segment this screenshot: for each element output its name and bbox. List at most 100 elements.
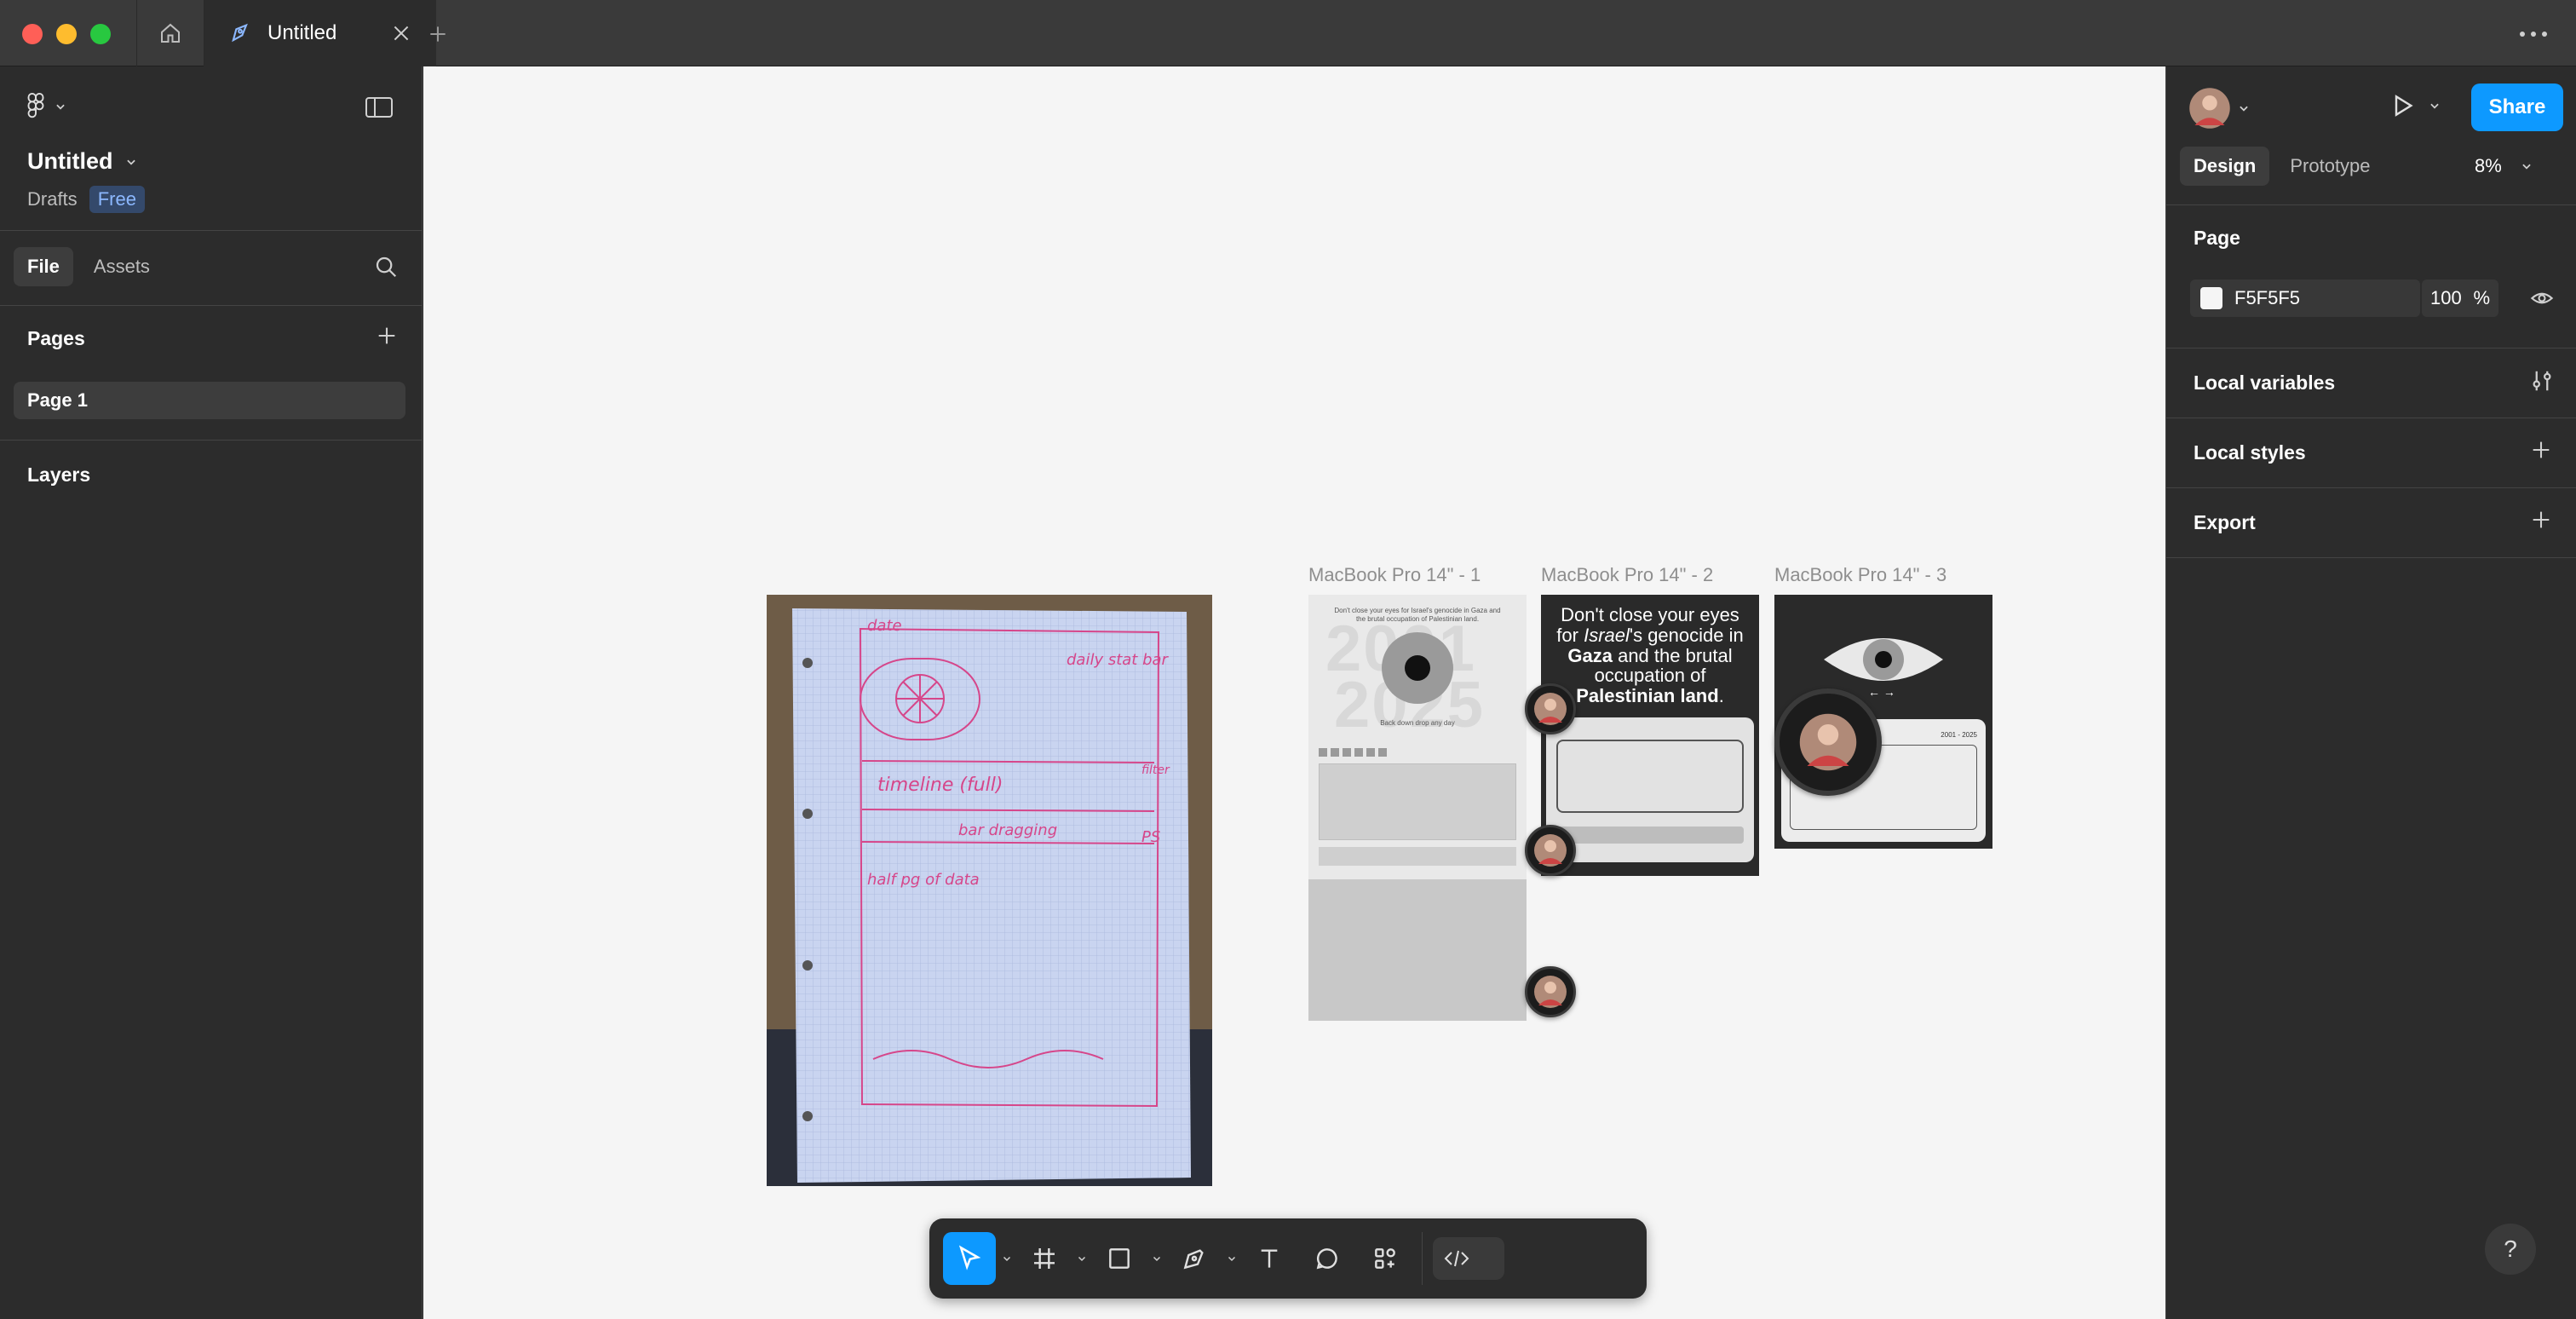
dev-mode-toggle[interactable] bbox=[1433, 1237, 1504, 1280]
collaborator-avatar[interactable] bbox=[1525, 683, 1576, 734]
collaborator-avatar-large[interactable] bbox=[1774, 688, 1882, 796]
cursor-icon bbox=[958, 1245, 981, 1270]
layers-header: Layers bbox=[27, 464, 91, 486]
scroll-bar bbox=[1556, 827, 1744, 844]
right-panel: Share Design Prototype 8% Page F5F5F5 10… bbox=[2165, 66, 2576, 1319]
chevron-down-icon bbox=[1003, 1256, 1011, 1262]
add-page-button[interactable] bbox=[375, 324, 399, 352]
frame-macbook-2[interactable]: Don't close your eyes for Israel's genoc… bbox=[1541, 595, 1759, 876]
pages-header: Pages bbox=[27, 327, 85, 349]
sketch-text: daily stat bar bbox=[1067, 651, 1170, 669]
move-tool-dropdown[interactable] bbox=[996, 1232, 1018, 1285]
toggle-page-visibility-button[interactable] bbox=[2529, 286, 2555, 314]
close-tab-icon[interactable] bbox=[390, 22, 412, 44]
present-button[interactable] bbox=[2389, 92, 2441, 119]
left-panel-tabs: File Assets bbox=[14, 247, 164, 286]
data-block bbox=[1308, 879, 1527, 1021]
tab-assets[interactable]: Assets bbox=[80, 247, 164, 286]
page-opacity-field[interactable]: 100 % bbox=[2422, 279, 2498, 317]
search-layers-button[interactable] bbox=[373, 254, 399, 284]
text-tool-button[interactable] bbox=[1243, 1232, 1296, 1285]
more-horizontal-icon bbox=[2520, 32, 2547, 37]
main-menu-button[interactable] bbox=[26, 92, 66, 121]
plan-badge[interactable]: Free bbox=[89, 186, 145, 213]
frame1-subtext: Back down drop any day bbox=[1380, 719, 1455, 727]
comment-tool-button[interactable] bbox=[1301, 1232, 1354, 1285]
add-style-button[interactable] bbox=[2529, 438, 2553, 466]
chevron-down-icon bbox=[2240, 106, 2248, 112]
collaborator-avatar[interactable] bbox=[1525, 825, 1576, 876]
tab-prototype[interactable]: Prototype bbox=[2276, 147, 2383, 186]
shape-tool-dropdown[interactable] bbox=[1146, 1232, 1168, 1285]
file-name-menu[interactable]: Untitled bbox=[27, 148, 137, 175]
tab-design[interactable]: Design bbox=[2180, 147, 2270, 186]
minimize-window-button[interactable] bbox=[56, 24, 77, 44]
pen-icon bbox=[1183, 1249, 1204, 1270]
maximize-window-button[interactable] bbox=[90, 24, 111, 44]
local-variables-button[interactable] bbox=[2529, 368, 2555, 398]
export-header[interactable]: Export bbox=[2194, 511, 2256, 534]
user-avatar-icon bbox=[2189, 88, 2230, 129]
sketch-photo-image[interactable]: date daily stat bar timeline (full) filt… bbox=[767, 595, 1212, 1186]
frame-tool-button[interactable] bbox=[1018, 1232, 1071, 1285]
file-location: Drafts Free bbox=[27, 186, 145, 213]
local-variables-header[interactable]: Local variables bbox=[2194, 372, 2335, 395]
file-location-label[interactable]: Drafts bbox=[27, 188, 78, 210]
page-section-header: Page bbox=[2194, 227, 2240, 249]
help-button[interactable]: ? bbox=[2485, 1224, 2536, 1275]
bottom-toolbar bbox=[929, 1218, 1647, 1299]
close-window-button[interactable] bbox=[22, 24, 43, 44]
frame-label-3[interactable]: MacBook Pro 14" - 3 bbox=[1774, 564, 1946, 586]
chevron-down-icon bbox=[2430, 103, 2439, 109]
file-name: Untitled bbox=[27, 148, 113, 174]
shape-tool-button[interactable] bbox=[1093, 1232, 1146, 1285]
share-button[interactable]: Share bbox=[2471, 84, 2563, 131]
page-color-value[interactable]: F5F5F5 bbox=[2234, 287, 2300, 309]
new-tab-button[interactable] bbox=[421, 17, 455, 51]
chevron-down-icon bbox=[126, 159, 135, 165]
local-styles-header[interactable]: Local styles bbox=[2194, 441, 2306, 464]
timeline-box bbox=[1556, 740, 1744, 813]
collaborator-avatar[interactable] bbox=[1525, 966, 1576, 1017]
canvas[interactable]: date daily stat bar timeline (full) filt… bbox=[423, 66, 2165, 1319]
document-tab[interactable]: Untitled bbox=[204, 0, 436, 66]
sidebar-icon bbox=[365, 97, 393, 118]
text-icon bbox=[1261, 1249, 1278, 1268]
frame-tool-dropdown[interactable] bbox=[1071, 1232, 1093, 1285]
divider bbox=[0, 440, 423, 441]
page-color-field[interactable]: F5F5F5 bbox=[2190, 279, 2420, 317]
toggle-sidebar-button[interactable] bbox=[365, 95, 394, 124]
zoom-menu[interactable]: 8% bbox=[2475, 155, 2533, 177]
title-bar: Untitled bbox=[0, 0, 2576, 66]
pen-tool-dropdown[interactable] bbox=[1221, 1232, 1243, 1285]
move-tool-button[interactable] bbox=[943, 1232, 996, 1285]
home-tab[interactable] bbox=[136, 0, 204, 66]
frame-macbook-1[interactable]: Don't close your eyes for Israel's genoc… bbox=[1308, 595, 1527, 1021]
figma-logo-icon bbox=[27, 92, 44, 118]
add-export-button[interactable] bbox=[2529, 508, 2553, 536]
user-avatar-icon bbox=[1534, 976, 1567, 1008]
actions-tool-button[interactable] bbox=[1359, 1232, 1412, 1285]
zoom-value: 8% bbox=[2475, 155, 2502, 176]
headline-bold: Palestinian land bbox=[1576, 685, 1719, 706]
opacity-value[interactable]: 100 bbox=[2430, 287, 2462, 309]
frame-label-1[interactable]: MacBook Pro 14" - 1 bbox=[1308, 564, 1481, 586]
divider bbox=[0, 230, 423, 231]
sketch-text: filter bbox=[1141, 763, 1170, 777]
color-swatch[interactable] bbox=[2200, 287, 2222, 309]
left-panel: Untitled Drafts Free File Assets Pages P… bbox=[0, 66, 423, 1319]
page-list-item[interactable]: Page 1 bbox=[14, 382, 405, 419]
chevron-down-icon bbox=[1153, 1256, 1161, 1262]
design-file-icon bbox=[232, 23, 248, 43]
more-menu-button[interactable] bbox=[2516, 19, 2550, 49]
divider bbox=[2166, 557, 2576, 558]
user-menu[interactable] bbox=[2188, 87, 2250, 130]
divider bbox=[0, 305, 423, 306]
sketch-text: date bbox=[867, 617, 902, 635]
help-icon: ? bbox=[2504, 1235, 2517, 1262]
tab-title: Untitled bbox=[267, 21, 337, 44]
tab-file[interactable]: File bbox=[14, 247, 73, 286]
pen-tool-button[interactable] bbox=[1168, 1232, 1221, 1285]
play-icon bbox=[2395, 95, 2413, 117]
frame-label-2[interactable]: MacBook Pro 14" - 2 bbox=[1541, 564, 1713, 586]
